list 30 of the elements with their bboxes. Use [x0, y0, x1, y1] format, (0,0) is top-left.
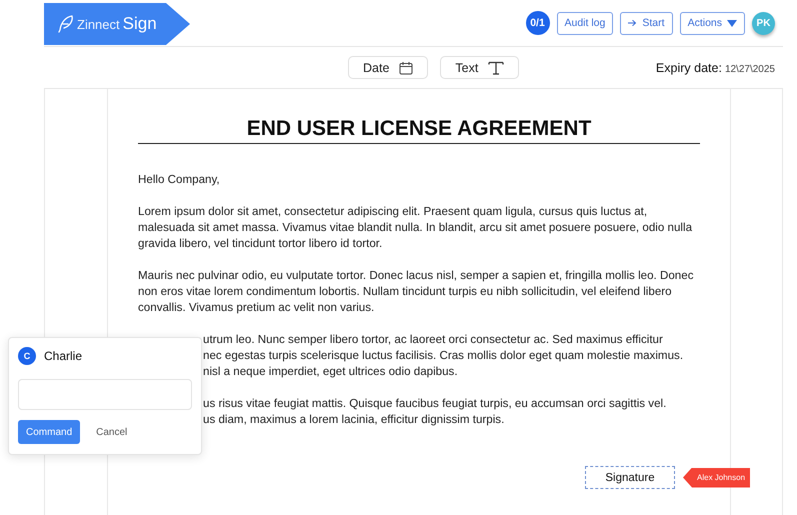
signature-field[interactable]: Signature	[585, 466, 675, 489]
command-button[interactable]: Command	[18, 420, 80, 444]
paragraph-line: us risus vitae feugiat mattis. Quisque faucibus feugiat turpis, eu accumsan orci sagittis vel.	[203, 396, 668, 412]
caret-icon	[727, 20, 737, 26]
text-icon	[488, 60, 504, 74]
arrow-icon	[628, 19, 638, 27]
header-button[interactable]: Audit log	[556, 12, 614, 34]
progress-counter: 0/1	[526, 11, 550, 35]
field-button[interactable]: Text	[440, 56, 520, 79]
paragraph: Hello Company,	[138, 172, 221, 188]
assignee-tag: Alex Johnson	[683, 468, 750, 488]
calendar-icon	[399, 60, 414, 74]
expiry-label: Expiry date:	[656, 60, 722, 74]
paragraph-line: nec egestas turpis scelerisque luctus facilisis. Cras mollis dolor eget quam molestie maximus.	[203, 348, 684, 364]
logo-text: Zinnect	[77, 16, 120, 32]
field-button[interactable]: Date	[348, 56, 428, 79]
paragraph-line: utrum leo. Nunc semper libero tortor, ac laoreet orci consectetur ac. Sed maximus efficitur	[203, 332, 664, 348]
document-title: END USER LICENSE AGREEMENT	[138, 89, 700, 144]
user-name: Charlie	[44, 349, 82, 363]
header-button[interactable]: Start	[620, 12, 673, 34]
header-button[interactable]: Actions	[680, 12, 745, 34]
paragraph: Mauris nec pulvinar odio, eu vulputate tortor. Donec lacus nisl, semper a sapien et, fringilla mollis leo. Donec non eros vitae lorem condimentum lobortis. Nullam tincidunt turpis eu nibh sollicitudin, vel eleifend libero convallis. Vivamus pretium ac velit non varius.	[138, 268, 694, 316]
paragraph-line: nisl a neque imperdiet, eget ultrices odio dapibus.	[203, 364, 459, 380]
paragraph: Lorem ipsum dolor sit amet, consectetur adipiscing elit. Praesent quam ligula, cursus quis luctus at, malesuada sit amet massa. Vivamus vitae blandit nulla. In blandit, arcu sit amet posuere posuere, odio nulla gravida libero, vel tincidunt tortor libero id tortor.	[138, 204, 694, 252]
paragraph-line: us diam, maximus a lorem lacinia, efficitur dignissim turpis.	[203, 412, 506, 428]
comment-field[interactable]	[18, 379, 192, 410]
expiry-date: 12\27\2025	[724, 64, 775, 74]
logo-text: Sign	[122, 14, 157, 34]
user-avatar: C	[18, 347, 36, 365]
feather-icon	[58, 15, 74, 33]
